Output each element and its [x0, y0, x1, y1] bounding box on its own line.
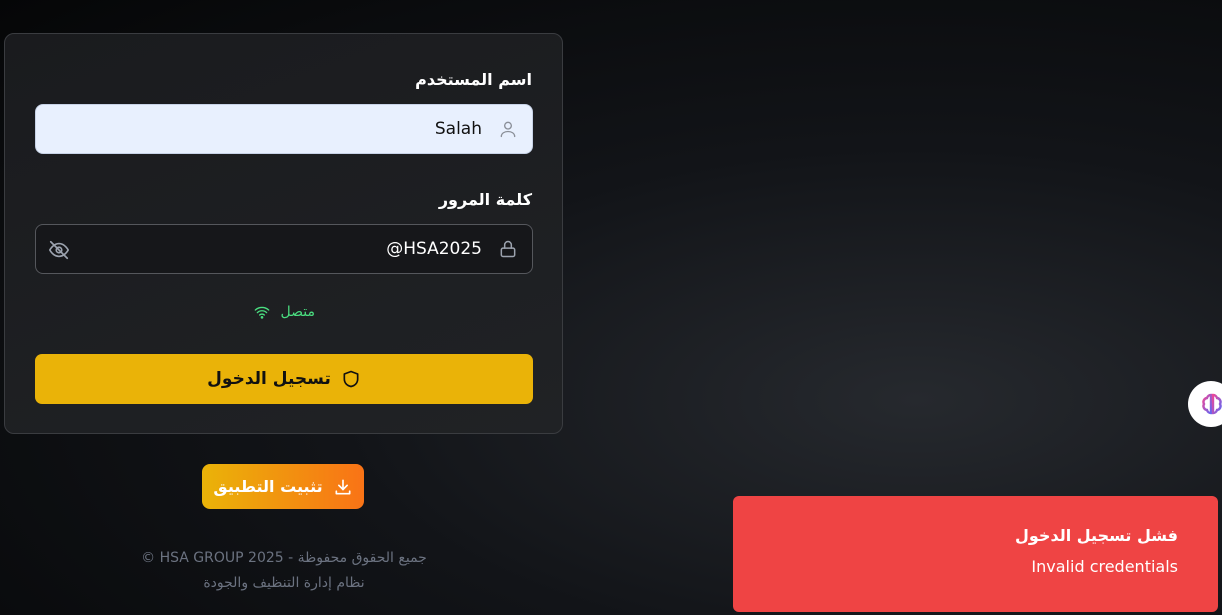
status-text: متصل [280, 304, 315, 320]
login-button[interactable]: تسجيل الدخول [35, 354, 533, 404]
username-value[interactable]: Salah [435, 105, 482, 153]
password-label: كلمة المرور [438, 190, 532, 209]
footer-tagline: نظام إدارة التنظيف والجودة [203, 575, 365, 591]
error-toast[interactable]: فشل تسجيل الدخول Invalid credentials [733, 496, 1218, 612]
username-label: اسم المستخدم [415, 70, 532, 89]
shield-icon [343, 370, 359, 388]
password-input[interactable]: @HSA2025 [35, 224, 533, 274]
password-value[interactable]: @HSA2025 [386, 225, 482, 273]
brain-icon [1202, 393, 1222, 415]
install-app-button[interactable]: تثبيت التطبيق [202, 464, 364, 509]
connection-status: متصل [5, 304, 564, 320]
eye-off-icon[interactable] [48, 239, 70, 261]
login-button-label: تسجيل الدخول [207, 369, 331, 389]
toast-message: Invalid credentials [1031, 557, 1178, 576]
toast-title: فشل تسجيل الدخول [1015, 526, 1178, 545]
footer-copyright: © HSA GROUP 2025 - جميع الحقوق محفوظة [141, 550, 427, 566]
lock-icon [500, 240, 516, 258]
wifi-icon [254, 306, 270, 319]
assistant-button[interactable] [1188, 381, 1222, 427]
username-input[interactable]: Salah [35, 104, 533, 154]
download-icon [335, 479, 351, 494]
user-icon [500, 121, 516, 138]
install-button-label: تثبيت التطبيق [213, 477, 323, 496]
login-card: اسم المستخدم Salah كلمة المرور @HSA2025 … [4, 33, 563, 434]
